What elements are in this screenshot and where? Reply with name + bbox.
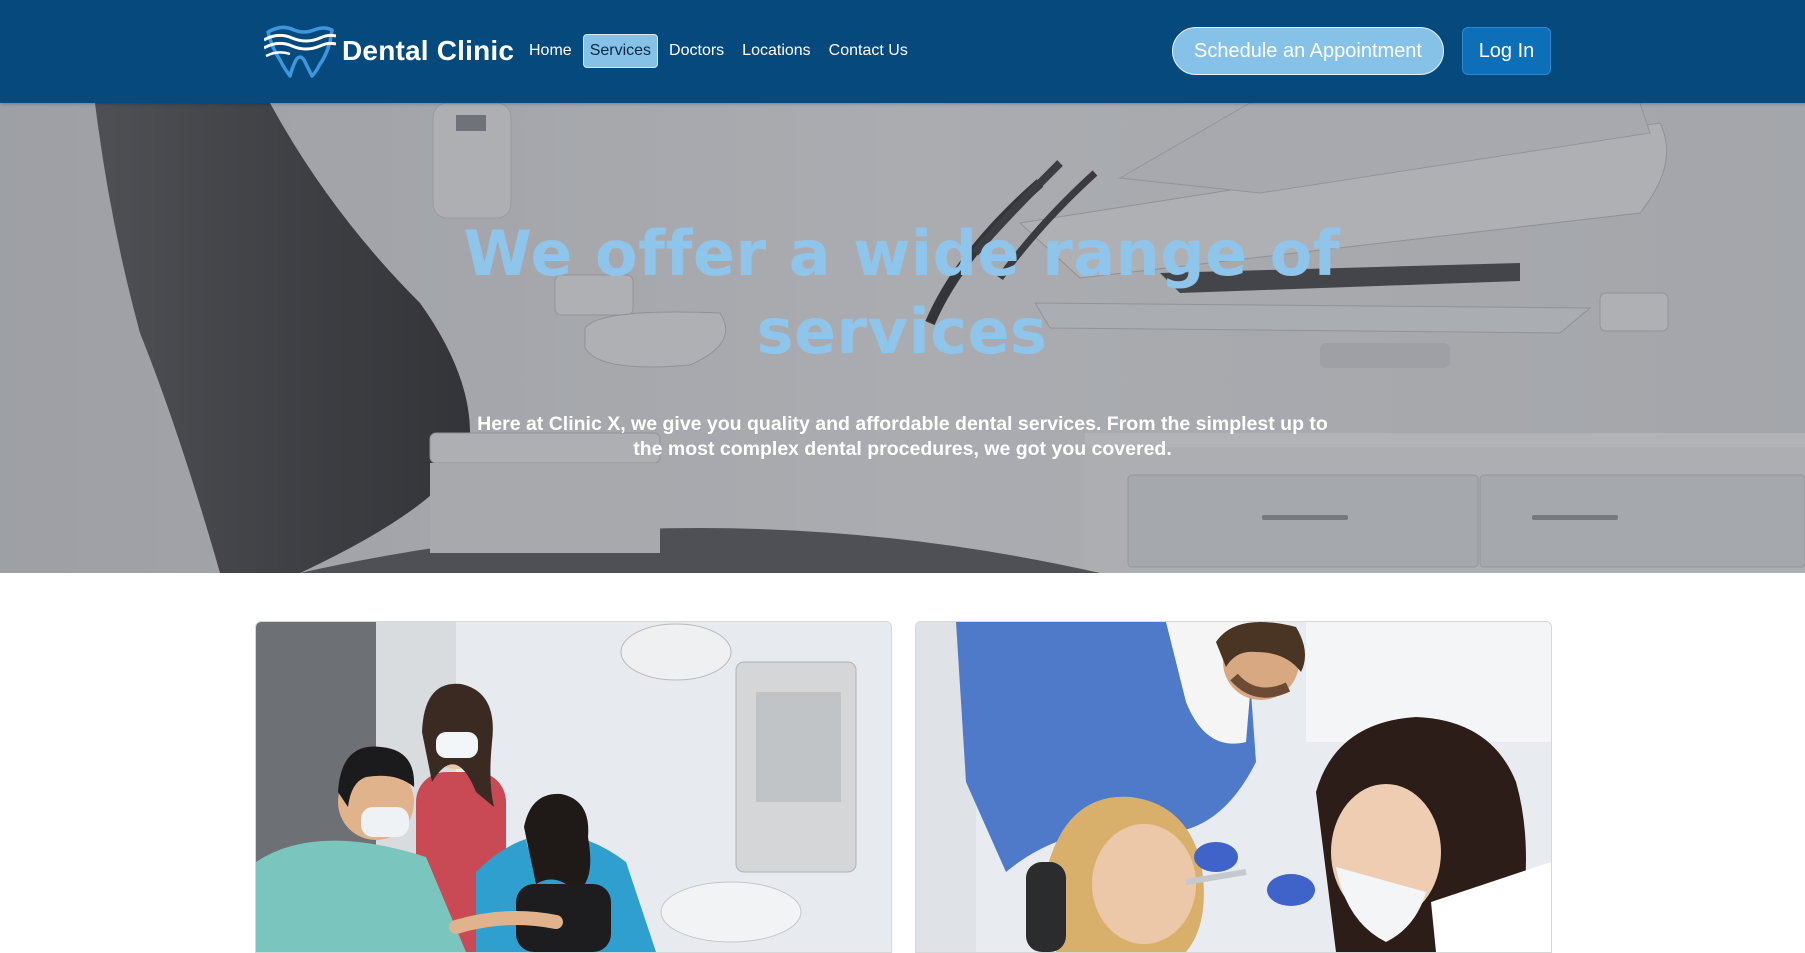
nav-item-contact-us[interactable]: Contact Us (822, 34, 915, 68)
login-button[interactable]: Log In (1462, 27, 1551, 75)
nav-item-locations[interactable]: Locations (735, 34, 818, 68)
brand-name: Dental Clinic (342, 35, 515, 66)
schedule-appointment-button[interactable]: Schedule an Appointment (1172, 27, 1444, 75)
hero-title: We offer a wide range of services (463, 217, 1341, 368)
service-card-2[interactable] (915, 621, 1552, 953)
nav-item-home[interactable]: Home (522, 34, 579, 68)
main-nav: Home Services Doctors Locations Contact … (522, 34, 915, 68)
dentist-team-with-patient-photo (256, 622, 891, 952)
top-navbar: Dental Clinic Home Services Doctors Loca… (0, 0, 1805, 103)
service-card-1[interactable] (255, 621, 892, 953)
hero-subtitle: Here at Clinic X, we give you quality an… (477, 413, 1328, 460)
tooth-wave-icon (264, 22, 336, 80)
nav-item-doctors[interactable]: Doctors (662, 34, 731, 68)
dentist-treating-patient-photo (916, 622, 1551, 952)
brand-logo-link[interactable]: Dental Clinic (264, 22, 514, 80)
nav-item-services[interactable]: Services (582, 34, 659, 68)
hero-banner: We offer a wide range of services Here a… (0, 103, 1805, 573)
